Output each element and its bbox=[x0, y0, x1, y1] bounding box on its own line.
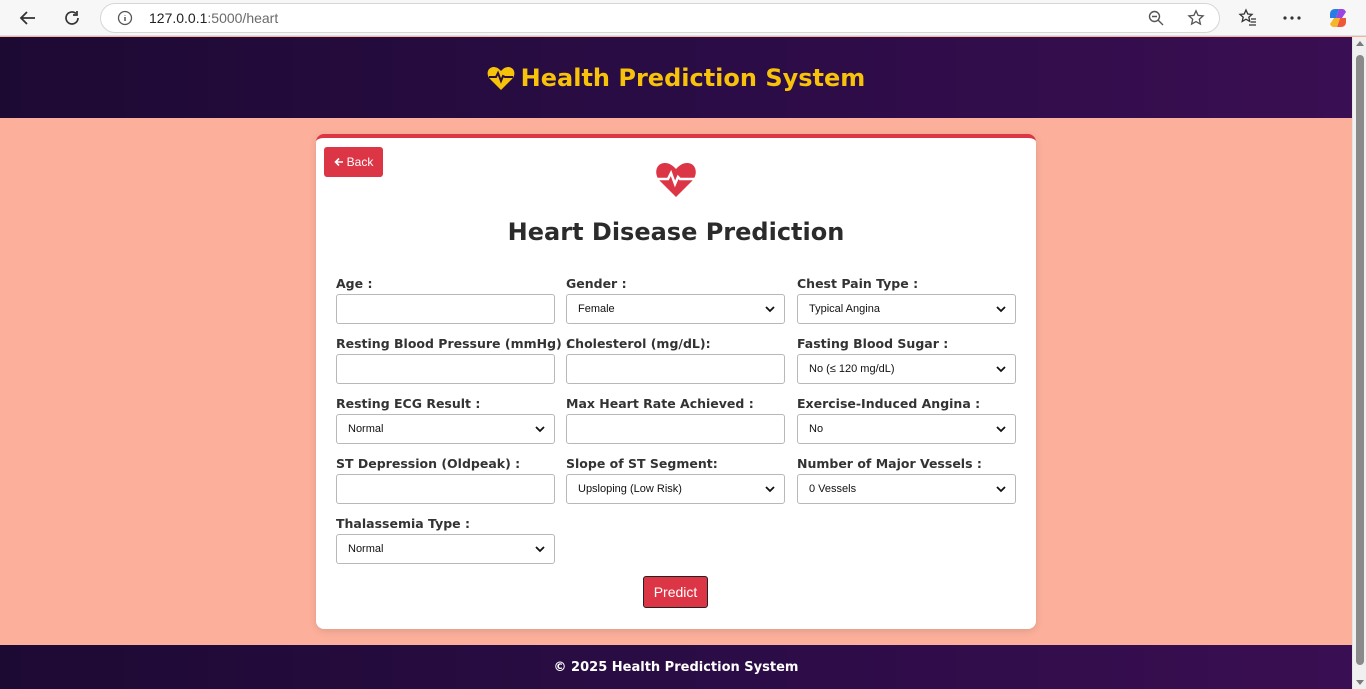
reload-icon[interactable] bbox=[58, 4, 86, 32]
site-title: Health Prediction System bbox=[520, 63, 866, 92]
exercise-angina-select[interactable]: No bbox=[797, 414, 1016, 444]
age-label: Age : bbox=[336, 276, 373, 291]
thalassemia-selected: Normal bbox=[348, 543, 384, 555]
st-depression-label: ST Depression (Oldpeak) : bbox=[336, 456, 521, 471]
exercise-angina-selected: No bbox=[809, 423, 824, 435]
age-field: Age : bbox=[336, 276, 555, 324]
more-menu-icon[interactable] bbox=[1279, 5, 1305, 31]
url-path: :5000/heart bbox=[207, 10, 279, 26]
prediction-form-card: Back Heart Disease Prediction Age : Gend… bbox=[316, 134, 1036, 629]
back-arrow-icon[interactable] bbox=[14, 4, 42, 32]
form-title: Heart Disease Prediction bbox=[507, 218, 845, 246]
favorite-star-icon[interactable] bbox=[1187, 9, 1205, 27]
resting-ecg-selected: Normal bbox=[348, 423, 384, 435]
exercise-angina-label: Exercise-Induced Angina : bbox=[797, 396, 981, 411]
back-button[interactable]: Back bbox=[324, 147, 383, 177]
url-text: 127.0.0.1:5000/heart bbox=[149, 10, 278, 26]
resting-ecg-field: Resting ECG Result : Normal bbox=[336, 396, 555, 444]
chevron-down-icon bbox=[996, 426, 1006, 433]
thalassemia-label: Thalassemia Type : bbox=[336, 516, 471, 531]
heartbeat-icon bbox=[656, 162, 696, 197]
resting-bp-field: Resting Blood Pressure (mmHg) : bbox=[336, 336, 572, 384]
chest-pain-selected: Typical Angina bbox=[809, 303, 880, 315]
site-header: Health Prediction System bbox=[0, 37, 1352, 118]
max-hr-field: Max Heart Rate Achieved : bbox=[566, 396, 785, 444]
gender-select[interactable]: Female bbox=[566, 294, 785, 324]
chevron-down-icon bbox=[996, 486, 1006, 493]
zoom-icon[interactable] bbox=[1147, 9, 1165, 27]
resting-bp-label: Resting Blood Pressure (mmHg) : bbox=[336, 336, 572, 351]
chest-pain-select[interactable]: Typical Angina bbox=[797, 294, 1016, 324]
url-host: 127.0.0.1 bbox=[149, 10, 208, 26]
chevron-down-icon bbox=[996, 366, 1006, 373]
cholesterol-label: Cholesterol (mg/dL): bbox=[566, 336, 711, 351]
resting-ecg-label: Resting ECG Result : bbox=[336, 396, 481, 411]
copilot-icon[interactable] bbox=[1325, 5, 1351, 31]
resting-ecg-select[interactable]: Normal bbox=[336, 414, 555, 444]
chest-pain-label: Chest Pain Type : bbox=[797, 276, 919, 291]
st-slope-select[interactable]: Upsloping (Low Risk) bbox=[566, 474, 785, 504]
thalassemia-field: Thalassemia Type : Normal bbox=[336, 516, 555, 564]
major-vessels-select[interactable]: 0 Vessels bbox=[797, 474, 1016, 504]
major-vessels-label: Number of Major Vessels : bbox=[797, 456, 982, 471]
footer-text: © 2025 Health Prediction System bbox=[553, 659, 799, 675]
chest-pain-field: Chest Pain Type : Typical Angina bbox=[797, 276, 1016, 324]
st-depression-field: ST Depression (Oldpeak) : bbox=[336, 456, 555, 504]
chevron-down-icon bbox=[765, 306, 775, 313]
max-hr-input[interactable] bbox=[566, 414, 785, 444]
chevron-down-icon bbox=[996, 306, 1006, 313]
chevron-down-icon bbox=[535, 546, 545, 553]
heartbeat-icon bbox=[487, 66, 515, 90]
age-input[interactable] bbox=[336, 294, 555, 324]
scroll-up-icon[interactable] bbox=[1356, 41, 1364, 46]
predict-button[interactable]: Predict bbox=[643, 576, 708, 608]
scroll-down-icon[interactable] bbox=[1356, 680, 1364, 685]
st-slope-field: Slope of ST Segment: Upsloping (Low Risk… bbox=[566, 456, 785, 504]
page-scrollbar[interactable] bbox=[1352, 37, 1366, 689]
favorites-icon[interactable] bbox=[1235, 5, 1261, 31]
cholesterol-input[interactable] bbox=[566, 354, 785, 384]
scrollbar-thumb[interactable] bbox=[1356, 55, 1364, 665]
gender-selected: Female bbox=[578, 303, 615, 315]
fasting-sugar-selected: No (≤ 120 mg/dL) bbox=[809, 363, 895, 375]
chevron-down-icon bbox=[535, 426, 545, 433]
cholesterol-field: Cholesterol (mg/dL): bbox=[566, 336, 785, 384]
st-depression-input[interactable] bbox=[336, 474, 555, 504]
fasting-sugar-field: Fasting Blood Sugar : No (≤ 120 mg/dL) bbox=[797, 336, 1016, 384]
thalassemia-select[interactable]: Normal bbox=[336, 534, 555, 564]
address-bar[interactable]: 127.0.0.1:5000/heart bbox=[100, 3, 1220, 33]
browser-toolbar: 127.0.0.1:5000/heart bbox=[0, 0, 1366, 36]
gender-field: Gender : Female bbox=[566, 276, 785, 324]
fasting-sugar-label: Fasting Blood Sugar : bbox=[797, 336, 949, 351]
fasting-sugar-select[interactable]: No (≤ 120 mg/dL) bbox=[797, 354, 1016, 384]
major-vessels-selected: 0 Vessels bbox=[809, 483, 857, 495]
major-vessels-field: Number of Major Vessels : 0 Vessels bbox=[797, 456, 1016, 504]
brand: Health Prediction System bbox=[487, 63, 866, 92]
resting-bp-input[interactable] bbox=[336, 354, 555, 384]
chevron-down-icon bbox=[765, 486, 775, 493]
site-footer: © 2025 Health Prediction System bbox=[0, 645, 1352, 689]
st-slope-selected: Upsloping (Low Risk) bbox=[578, 483, 682, 495]
exercise-angina-field: Exercise-Induced Angina : No bbox=[797, 396, 1016, 444]
max-hr-label: Max Heart Rate Achieved : bbox=[566, 396, 754, 411]
arrow-left-icon bbox=[334, 157, 343, 167]
st-slope-label: Slope of ST Segment: bbox=[566, 456, 718, 471]
gender-label: Gender : bbox=[566, 276, 627, 291]
back-button-label: Back bbox=[346, 155, 374, 169]
site-info-icon[interactable] bbox=[117, 10, 133, 26]
